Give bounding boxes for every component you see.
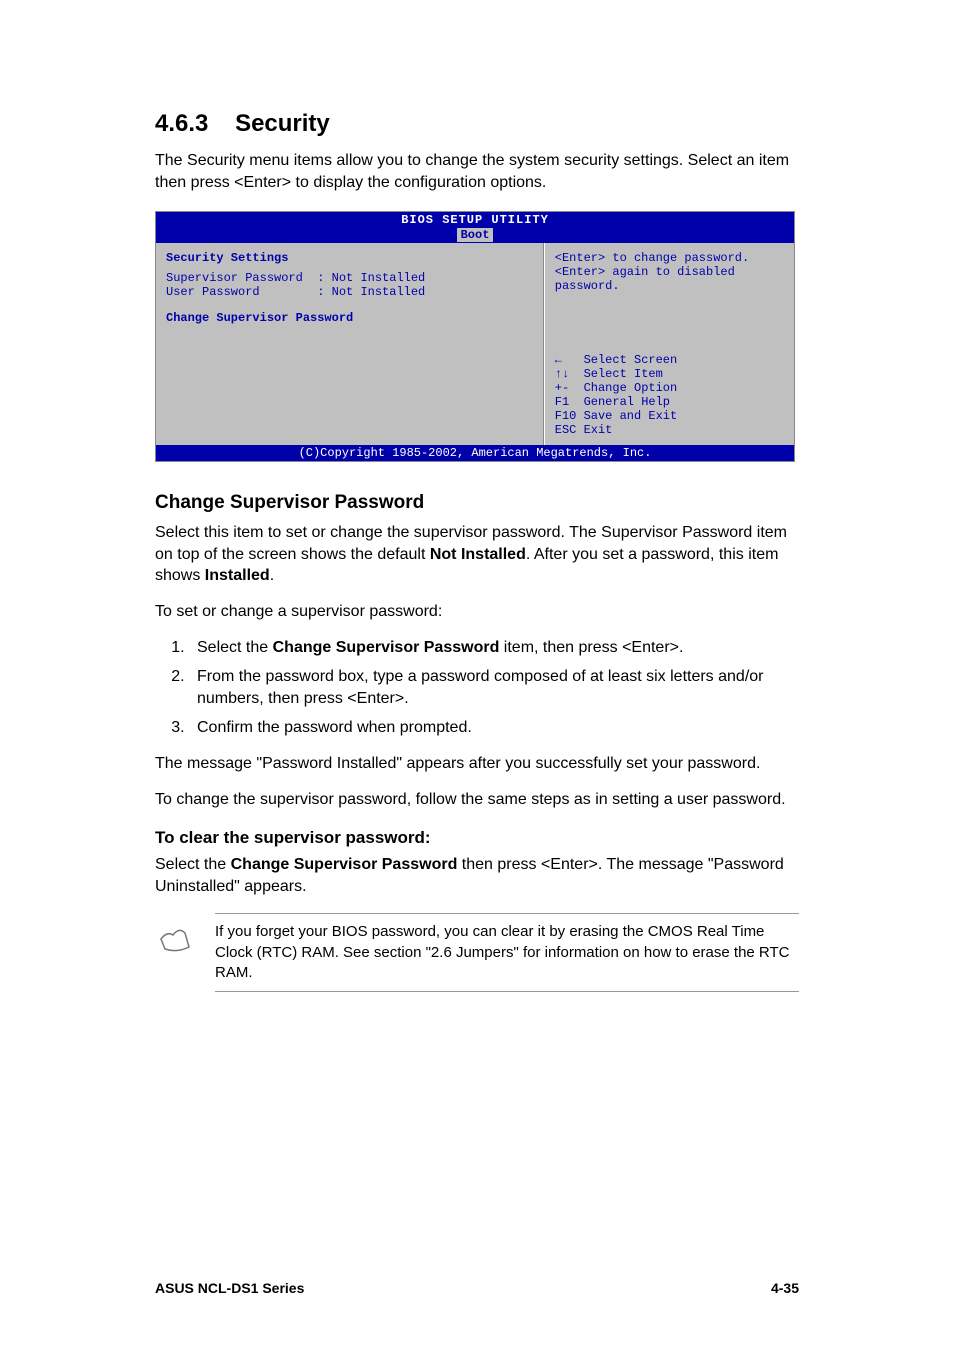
bios-key-select-item: ↑↓ Select Item [555,367,784,381]
arrow-updown-icon: ↑↓ [555,367,569,381]
bios-key-general-help: F1 General Help [555,395,784,409]
bios-key-save-exit: F10 Save and Exit [555,409,784,423]
bios-key-change-option: +- Change Option [555,381,784,395]
change-pw-para2: To set or change a supervisor password: [155,601,799,623]
bios-key-exit: ESC Exit [555,423,784,437]
bios-panel: BIOS SETUP UTILITY Boot Security Setting… [155,211,795,462]
arrow-left-icon: ← [555,353,562,367]
bios-left-heading: Security Settings [166,251,533,265]
change-pw-para4: To change the supervisor password, follo… [155,789,799,811]
bios-key-hints: ← Select Screen ↑↓ Select Item +- Change… [555,353,784,437]
change-pw-para3: The message "Password Installed" appears… [155,753,799,775]
clear-pw-para: Select the Change Supervisor Password th… [155,854,799,897]
bios-help-text: <Enter> to change password. <Enter> agai… [555,251,784,293]
bios-change-supervisor-password[interactable]: Change Supervisor Password [166,311,533,325]
change-pw-heading: Change Supervisor Password [155,492,799,514]
change-pw-step1: Select the Change Supervisor Password it… [189,637,799,659]
note-text: If you forget your BIOS password, you ca… [215,913,799,992]
section-number: 4.6.3 [155,110,208,137]
bios-row-supervisor: Supervisor Password : Not Installed [166,271,533,285]
bios-tabbar: Boot [156,228,794,243]
plus-minus-icon: +- [555,381,569,395]
bios-tab-boot[interactable]: Boot [457,228,494,242]
clear-pw-heading: To clear the supervisor password: [155,828,799,848]
page-footer: ASUS NCL-DS1 Series 4-35 [155,1280,799,1296]
change-pw-para1: Select this item to set or change the su… [155,522,799,587]
footer-right: 4-35 [771,1280,799,1296]
bios-key-select-screen: ← Select Screen [555,353,784,367]
change-pw-step2: From the password box, type a password c… [189,666,799,709]
bios-row-user: User Password : Not Installed [166,285,533,299]
bios-left-pane: Security Settings Supervisor Password : … [156,243,544,445]
change-pw-steps: Select the Change Supervisor Password it… [189,637,799,739]
intro-text: The Security menu items allow you to cha… [155,150,799,193]
change-pw-step3: Confirm the password when prompted. [189,717,799,739]
hand-pointing-icon [155,913,197,962]
bios-titlebar: BIOS SETUP UTILITY [156,212,794,228]
note-box: If you forget your BIOS password, you ca… [155,913,799,992]
bios-right-pane: <Enter> to change password. <Enter> agai… [544,243,794,445]
section-title: Security [235,110,330,137]
bios-body: Security Settings Supervisor Password : … [156,243,794,445]
section-heading: 4.6.3 Security [155,110,799,138]
footer-left: ASUS NCL-DS1 Series [155,1280,304,1296]
bios-footer: (C)Copyright 1985-2002, American Megatre… [156,445,794,461]
